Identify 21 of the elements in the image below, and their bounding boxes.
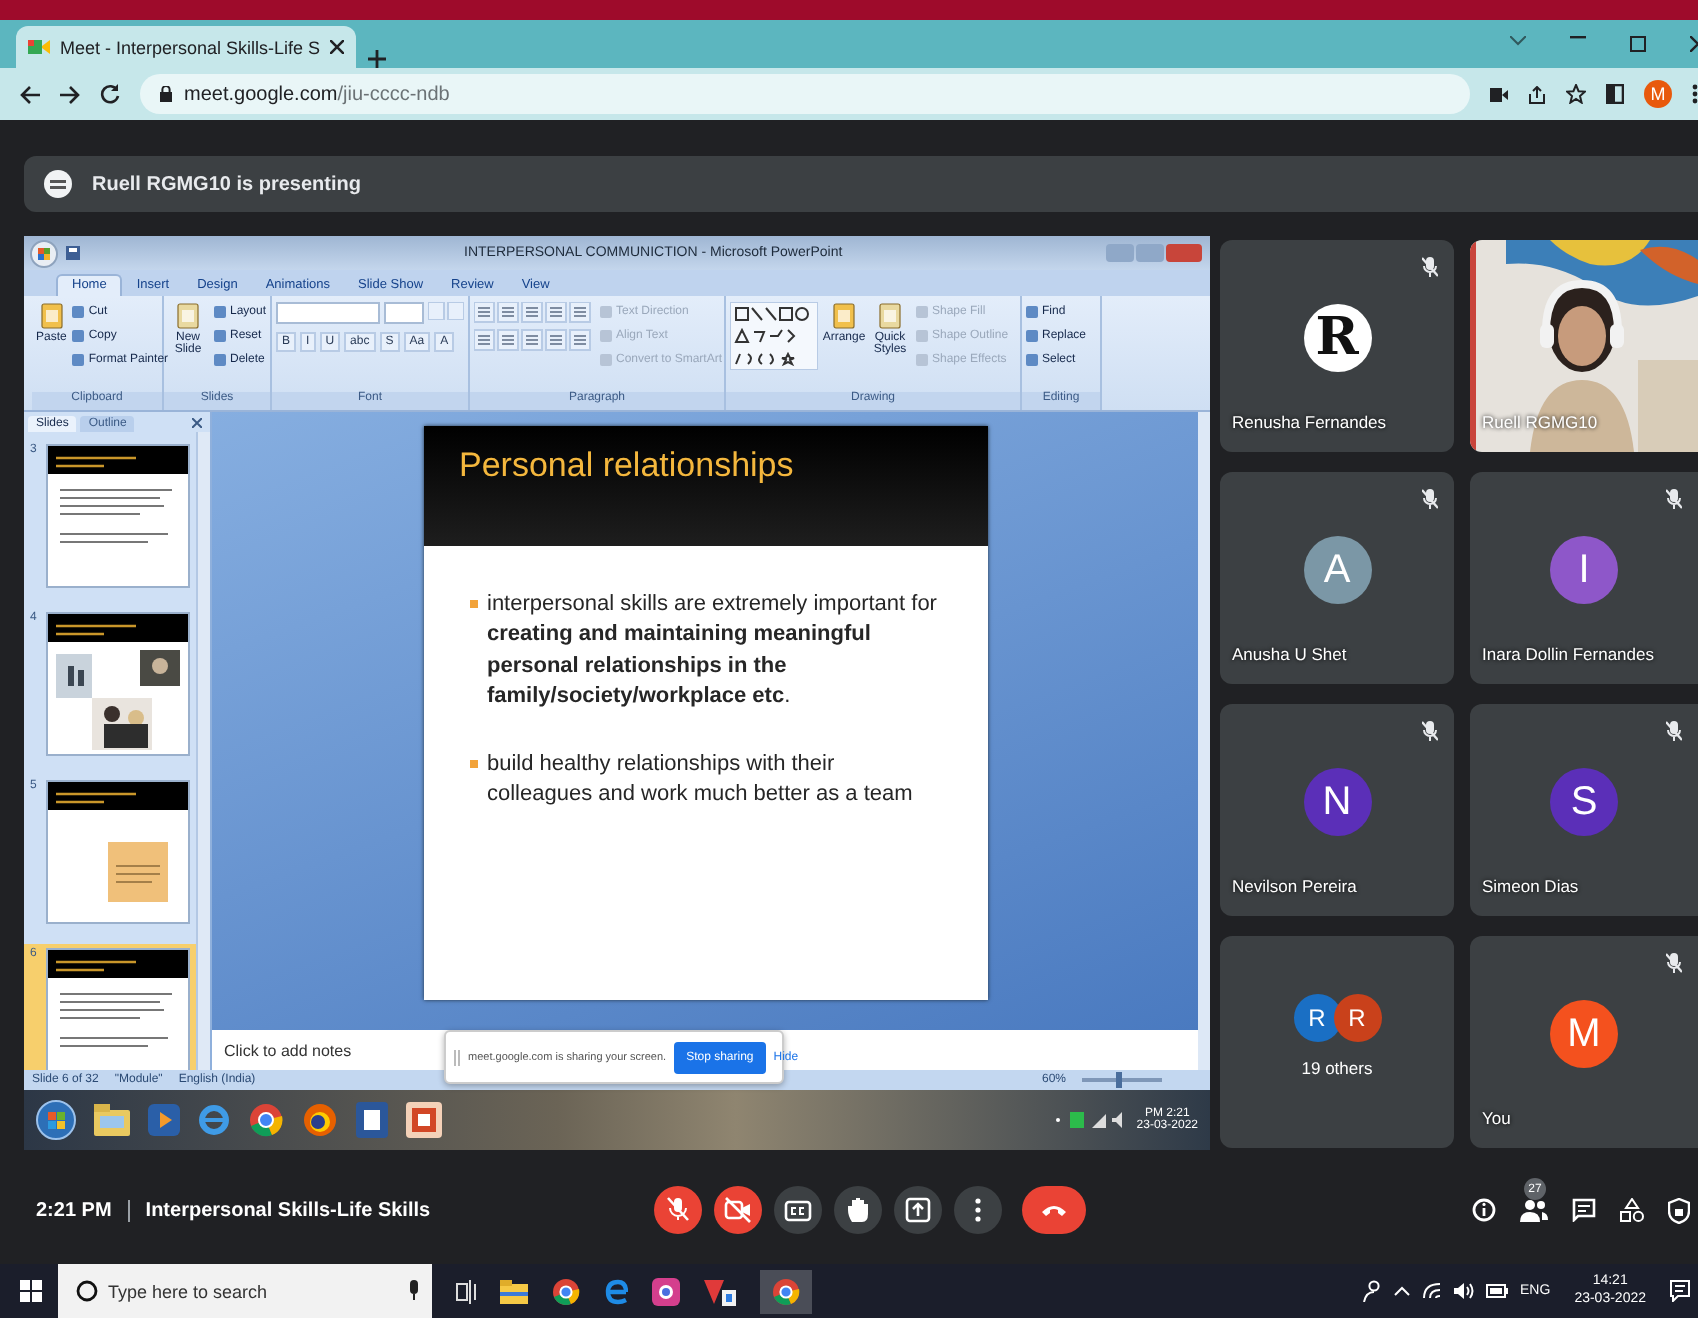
participant-name: Renusha Fernandes [1232,412,1387,432]
avatar: R [1293,994,1341,1042]
banner-text: Ruell RGMG10 is presenting [92,173,361,195]
avatar: A [1303,536,1371,604]
meeting-title: Interpersonal Skills-Life Skills [143,1199,433,1221]
slide-title: Personal relationships [459,446,794,484]
avatar: M [1550,1000,1618,1068]
bullet-text: interpersonal skills are extremely important for creating and maintaining meaningful personal relationships in the family/society/workplace etc. [487,590,939,713]
others-count: 19 others [1301,1058,1373,1078]
meeting-time: 2:21 PM [36,1199,130,1221]
participant-name: Anusha U Shet [1232,644,1347,664]
avatar: I [1550,536,1618,604]
avatar: N [1303,768,1371,836]
participant-name: You [1482,1108,1511,1128]
participant-name: Inara Dollin Fernandes [1482,644,1654,664]
avatar: S [1550,768,1618,836]
avatar: R [1333,994,1381,1042]
participant-name: Nevilson Pereira [1232,876,1357,896]
avatar: R [1303,304,1371,372]
bullet-text: build healthy relationships with their colleagues and work much better as a team [487,749,915,810]
participant-name: Simeon Dias [1482,876,1579,896]
